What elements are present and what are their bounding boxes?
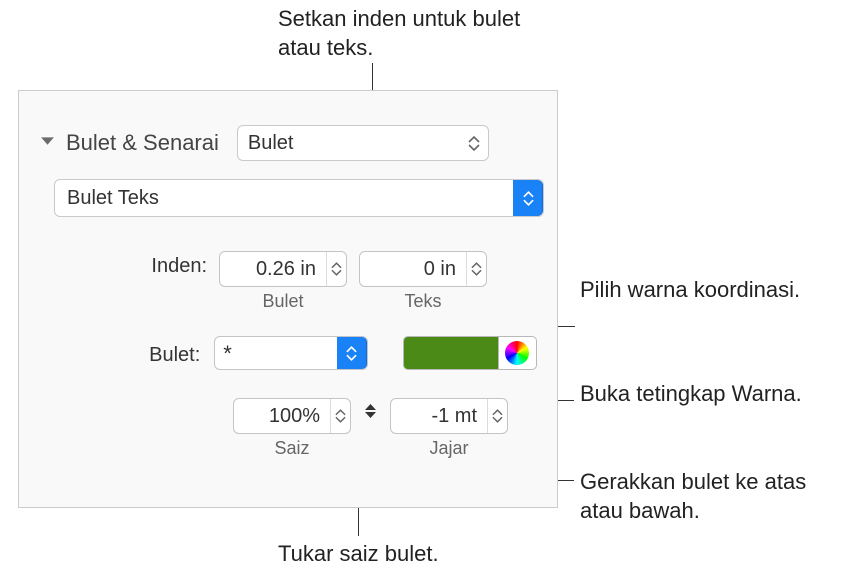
section-header: Bulet & Senarai Bulet bbox=[39, 125, 537, 161]
list-style-dropdown[interactable]: Bulet bbox=[237, 125, 489, 161]
bullet-glyph-dropdown[interactable]: * bbox=[214, 336, 368, 370]
chevron-updown-icon bbox=[337, 337, 367, 369]
vertical-align-grip-icon bbox=[363, 398, 378, 420]
inden-label: Inden: bbox=[39, 251, 207, 278]
stepper-value: -1 mt bbox=[391, 405, 487, 428]
callout-text: Setkan inden untuk bulet atau teks. bbox=[278, 5, 528, 62]
dropdown-value: Bulet bbox=[248, 132, 294, 155]
color-wheel-button[interactable] bbox=[499, 336, 537, 370]
inden-bullet-caption: Bulet bbox=[262, 291, 303, 312]
callout-text: Buka tetingkap Warna. bbox=[580, 380, 830, 409]
disclosure-triangle-icon[interactable] bbox=[39, 132, 56, 154]
stepper-arrows-icon[interactable] bbox=[466, 252, 486, 286]
size-caption: Saiz bbox=[274, 438, 309, 459]
inspector-panel: Bulet & Senarai Bulet Bulet Teks Inden: … bbox=[18, 90, 558, 508]
bullet-align-stepper[interactable]: -1 mt bbox=[390, 398, 508, 434]
stepper-arrows-icon[interactable] bbox=[330, 399, 350, 433]
stepper-arrows-icon[interactable] bbox=[326, 252, 346, 286]
bullet-color-swatch[interactable] bbox=[403, 336, 499, 370]
stepper-value: 0 in bbox=[360, 258, 466, 281]
inden-bullet-stepper[interactable]: 0.26 in bbox=[219, 251, 347, 287]
dropdown-value: Bulet Teks bbox=[67, 187, 513, 210]
dropdown-value: * bbox=[215, 337, 337, 369]
inden-text-stepper[interactable]: 0 in bbox=[359, 251, 487, 287]
bullet-size-stepper[interactable]: 100% bbox=[233, 398, 351, 434]
align-caption: Jajar bbox=[429, 438, 468, 459]
callout-text: Gerakkan bulet ke atas atau bawah. bbox=[580, 468, 840, 525]
callout-text: Pilih warna koordinasi. bbox=[580, 276, 830, 305]
bullet-subtype-dropdown[interactable]: Bulet Teks bbox=[54, 179, 544, 217]
chevron-updown-icon bbox=[468, 136, 480, 151]
color-wheel-icon bbox=[505, 341, 529, 365]
section-title: Bulet & Senarai bbox=[66, 130, 219, 156]
stepper-arrows-icon[interactable] bbox=[487, 399, 507, 433]
bullet-label: Bulet: bbox=[39, 340, 200, 367]
chevron-updown-icon bbox=[513, 180, 543, 216]
callout-text: Tukar saiz bulet. bbox=[278, 540, 528, 569]
stepper-value: 100% bbox=[234, 405, 330, 428]
inden-text-caption: Teks bbox=[404, 291, 441, 312]
stepper-value: 0.26 in bbox=[220, 258, 326, 281]
